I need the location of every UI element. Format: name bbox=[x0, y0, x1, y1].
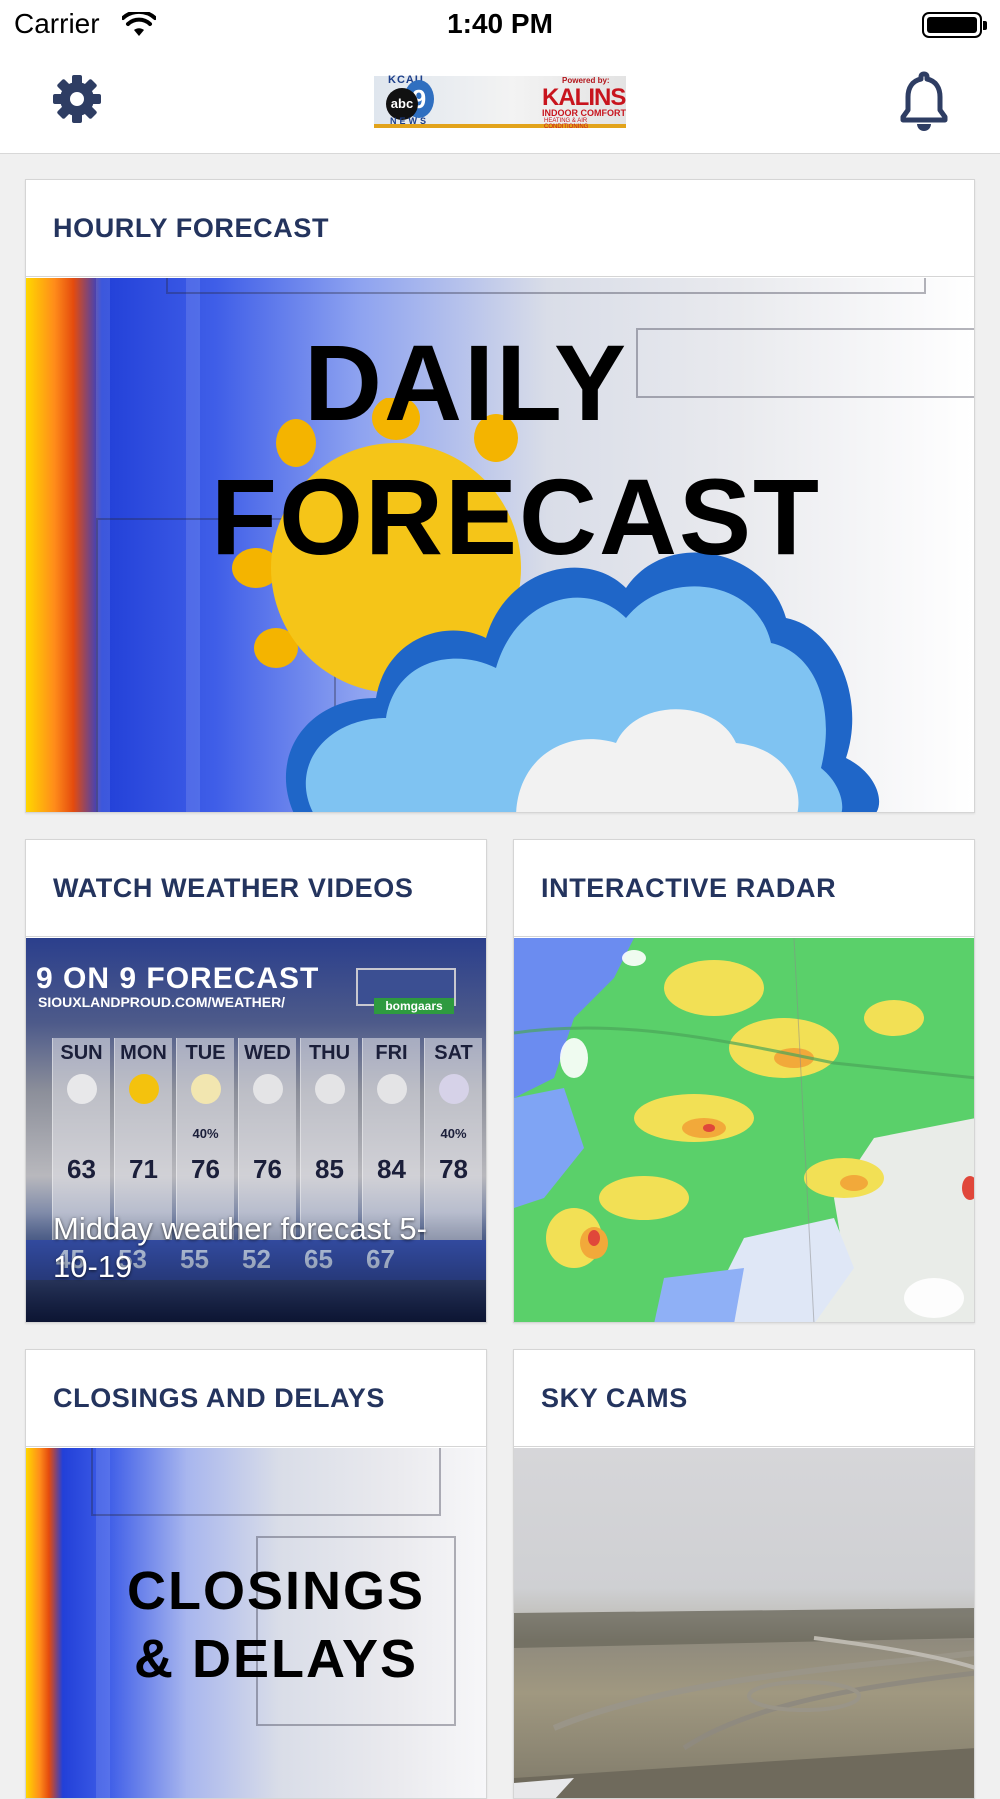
closings-image[interactable]: CLOSINGS & DELAYS bbox=[26, 1448, 486, 1798]
delays-text: & DELAYS bbox=[133, 1629, 419, 1689]
card-header: INTERACTIVE RADAR bbox=[514, 840, 974, 937]
day-name: WED bbox=[244, 1042, 291, 1064]
bell-icon[interactable] bbox=[898, 70, 950, 132]
nav-bar: KCAU 9 abc NEWS Powered by: KALINS INDOO… bbox=[0, 52, 1000, 154]
day-high: 85 bbox=[315, 1154, 344, 1184]
status-bar: Carrier 1:40 PM bbox=[0, 0, 1000, 52]
day-high: 63 bbox=[67, 1154, 96, 1184]
video-thumbnail[interactable]: 9 ON 9 FORECAST SIOUXLANDPROUD.COM/WEATH… bbox=[26, 938, 486, 1322]
closings-delays-card[interactable]: CLOSINGS AND DELAYS CLOSINGS & DELAYS bbox=[25, 1349, 487, 1799]
day-high: 84 bbox=[377, 1154, 406, 1184]
day-high: 71 bbox=[129, 1154, 158, 1184]
logo-heating: HEATING & AIR CONDITIONING bbox=[544, 118, 589, 130]
day-high: 76 bbox=[253, 1154, 282, 1184]
closings-text: CLOSINGS bbox=[126, 1561, 426, 1621]
day-name: TUE bbox=[185, 1042, 226, 1064]
forecast-text: FORECAST bbox=[211, 456, 821, 577]
sky-cam-landscape bbox=[514, 1608, 974, 1798]
video-caption: Midday weather forecast 5-10-19 bbox=[53, 1211, 427, 1284]
storm-icon bbox=[67, 1074, 97, 1104]
day-high: 78 bbox=[439, 1154, 468, 1184]
cloud-icon bbox=[377, 1074, 407, 1104]
daily-text: DAILY bbox=[303, 322, 629, 443]
storm-icon bbox=[439, 1074, 469, 1104]
radar-map-thumbnail[interactable] bbox=[514, 938, 974, 1322]
hourly-forecast-card[interactable]: HOURLY FORECAST DAILY FORECAST bbox=[25, 179, 975, 813]
sun-icon bbox=[129, 1074, 159, 1104]
precip-chance: 40% bbox=[192, 1126, 219, 1141]
day-name: SUN bbox=[60, 1042, 103, 1064]
sponsor-badge: bomgaars bbox=[374, 998, 454, 1014]
precip-chance: 40% bbox=[440, 1126, 467, 1141]
card-title: INTERACTIVE RADAR bbox=[541, 872, 837, 903]
card-title: CLOSINGS AND DELAYS bbox=[53, 1382, 385, 1413]
forecast-graphic-heading: 9 ON 9 FORECAST bbox=[36, 962, 320, 995]
cloud-icon bbox=[253, 1074, 283, 1104]
day-high: 76 bbox=[191, 1154, 220, 1184]
logo-indoor-comfort: INDOOR COMFORT bbox=[542, 108, 626, 118]
card-title: HOURLY FORECAST bbox=[53, 212, 330, 243]
battery-icon bbox=[922, 12, 987, 38]
day-name: SAT bbox=[434, 1042, 473, 1064]
gear-icon[interactable] bbox=[52, 74, 102, 124]
card-header: HOURLY FORECAST bbox=[26, 180, 974, 277]
station-logo: KCAU 9 abc NEWS Powered by: KALINS INDOO… bbox=[374, 74, 626, 130]
forecast-graphic-url: SIOUXLANDPROUD.COM/WEATHER/ bbox=[38, 994, 286, 1010]
day-name: FRI bbox=[375, 1042, 408, 1064]
partly-cloudy-icon bbox=[191, 1074, 221, 1104]
weather-videos-card[interactable]: WATCH WEATHER VIDEOS 9 ON 9 FORECAST SIO… bbox=[25, 839, 487, 1323]
card-header: CLOSINGS AND DELAYS bbox=[26, 1350, 486, 1447]
interactive-radar-card[interactable]: INTERACTIVE RADAR bbox=[513, 839, 975, 1323]
card-header: SKY CAMS bbox=[514, 1350, 974, 1447]
clock: 1:40 PM bbox=[447, 8, 553, 39]
card-header: WATCH WEATHER VIDEOS bbox=[26, 840, 486, 937]
radar-overlay bbox=[514, 938, 974, 1322]
card-title: WATCH WEATHER VIDEOS bbox=[53, 872, 414, 903]
logo-news: NEWS bbox=[390, 116, 429, 126]
daily-forecast-image[interactable]: DAILY FORECAST bbox=[26, 278, 974, 812]
cloud-icon bbox=[315, 1074, 345, 1104]
day-name: MON bbox=[120, 1042, 167, 1064]
day-name: THU bbox=[308, 1042, 351, 1064]
card-title: SKY CAMS bbox=[541, 1382, 688, 1413]
sky-cam-image[interactable] bbox=[514, 1448, 974, 1798]
sky-cams-card[interactable]: SKY CAMS bbox=[513, 1349, 975, 1799]
